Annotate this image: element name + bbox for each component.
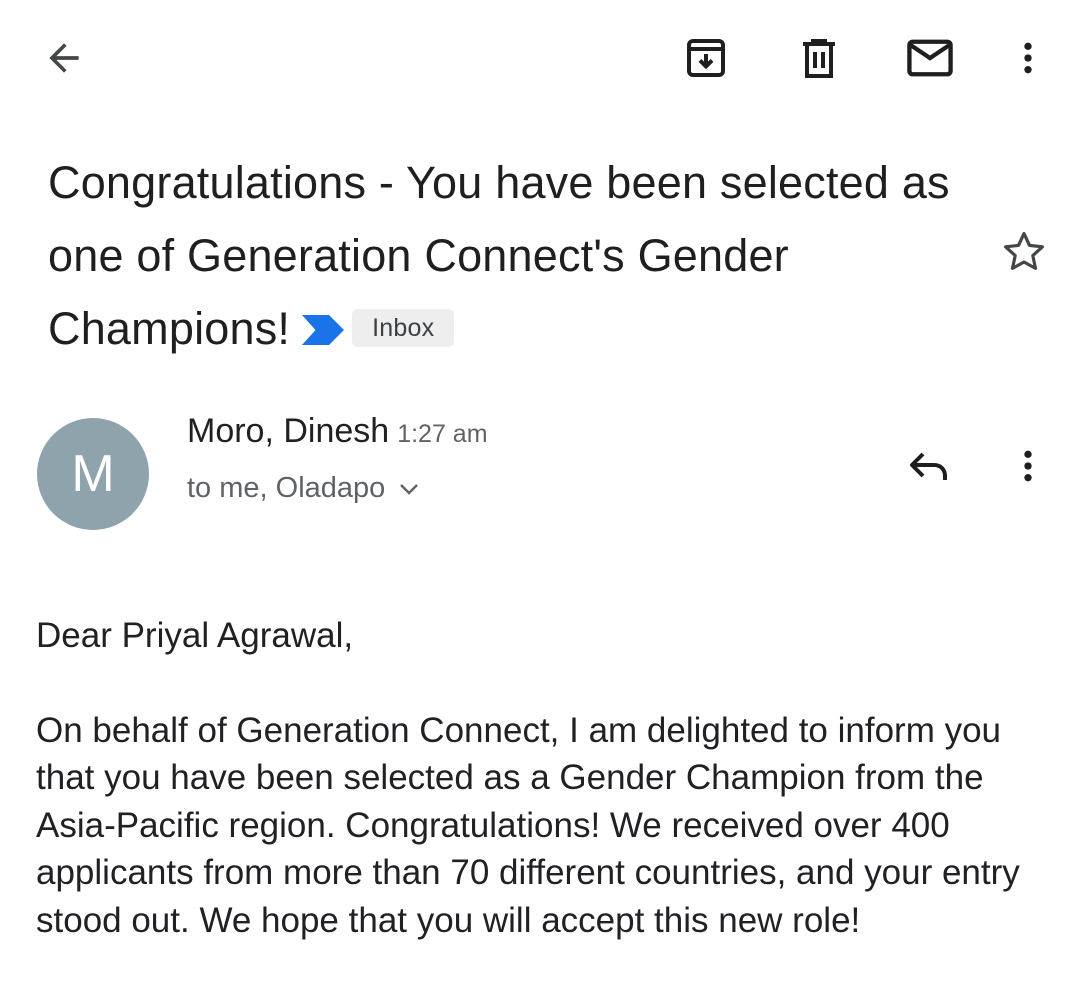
reply-icon <box>910 452 947 480</box>
sender-name[interactable]: Moro, Dinesh <box>187 412 389 450</box>
mark-unread-button[interactable] <box>900 28 960 88</box>
important-marker-icon[interactable] <box>302 293 345 366</box>
archive-icon <box>687 39 725 77</box>
archive-button[interactable] <box>676 28 736 88</box>
chevron-down-icon <box>400 483 419 495</box>
recipients-toggle[interactable]: to me, Oladapo <box>187 472 419 505</box>
inbox-label-chip[interactable]: Inbox <box>352 309 455 348</box>
top-app-bar <box>0 0 1080 115</box>
sender-avatar[interactable]: M <box>37 418 149 530</box>
delete-button[interactable] <box>789 28 849 88</box>
body-greeting: Dear Priyal Agrawal, <box>36 616 354 655</box>
mail-icon <box>907 39 953 77</box>
subject-text: Congratulations - You have been selected… <box>48 157 950 354</box>
star-outline-icon <box>1004 232 1044 270</box>
back-button[interactable] <box>34 28 94 88</box>
sent-time: 1:27 am <box>397 420 488 448</box>
arrow-left-icon <box>49 43 79 73</box>
more-vertical-icon <box>1024 42 1032 74</box>
email-body: Dear Priyal Agrawal, On behalf of Genera… <box>36 612 1056 944</box>
message-more-options-button[interactable] <box>1000 436 1056 496</box>
reply-button[interactable] <box>898 436 960 496</box>
recipients-text: to me, Oladapo <box>187 472 386 504</box>
trash-icon <box>803 39 835 78</box>
more-vertical-icon <box>1024 450 1032 482</box>
email-subject: Congratulations - You have been selected… <box>48 146 968 366</box>
star-button[interactable] <box>996 224 1052 280</box>
body-paragraph: On behalf of Generation Connect, I am de… <box>36 710 1020 940</box>
email-view: Congratulations - You have been selected… <box>0 0 1080 1002</box>
sender-header: Moro, Dinesh 1:27 am <box>187 412 488 451</box>
more-options-button[interactable] <box>1000 28 1056 88</box>
